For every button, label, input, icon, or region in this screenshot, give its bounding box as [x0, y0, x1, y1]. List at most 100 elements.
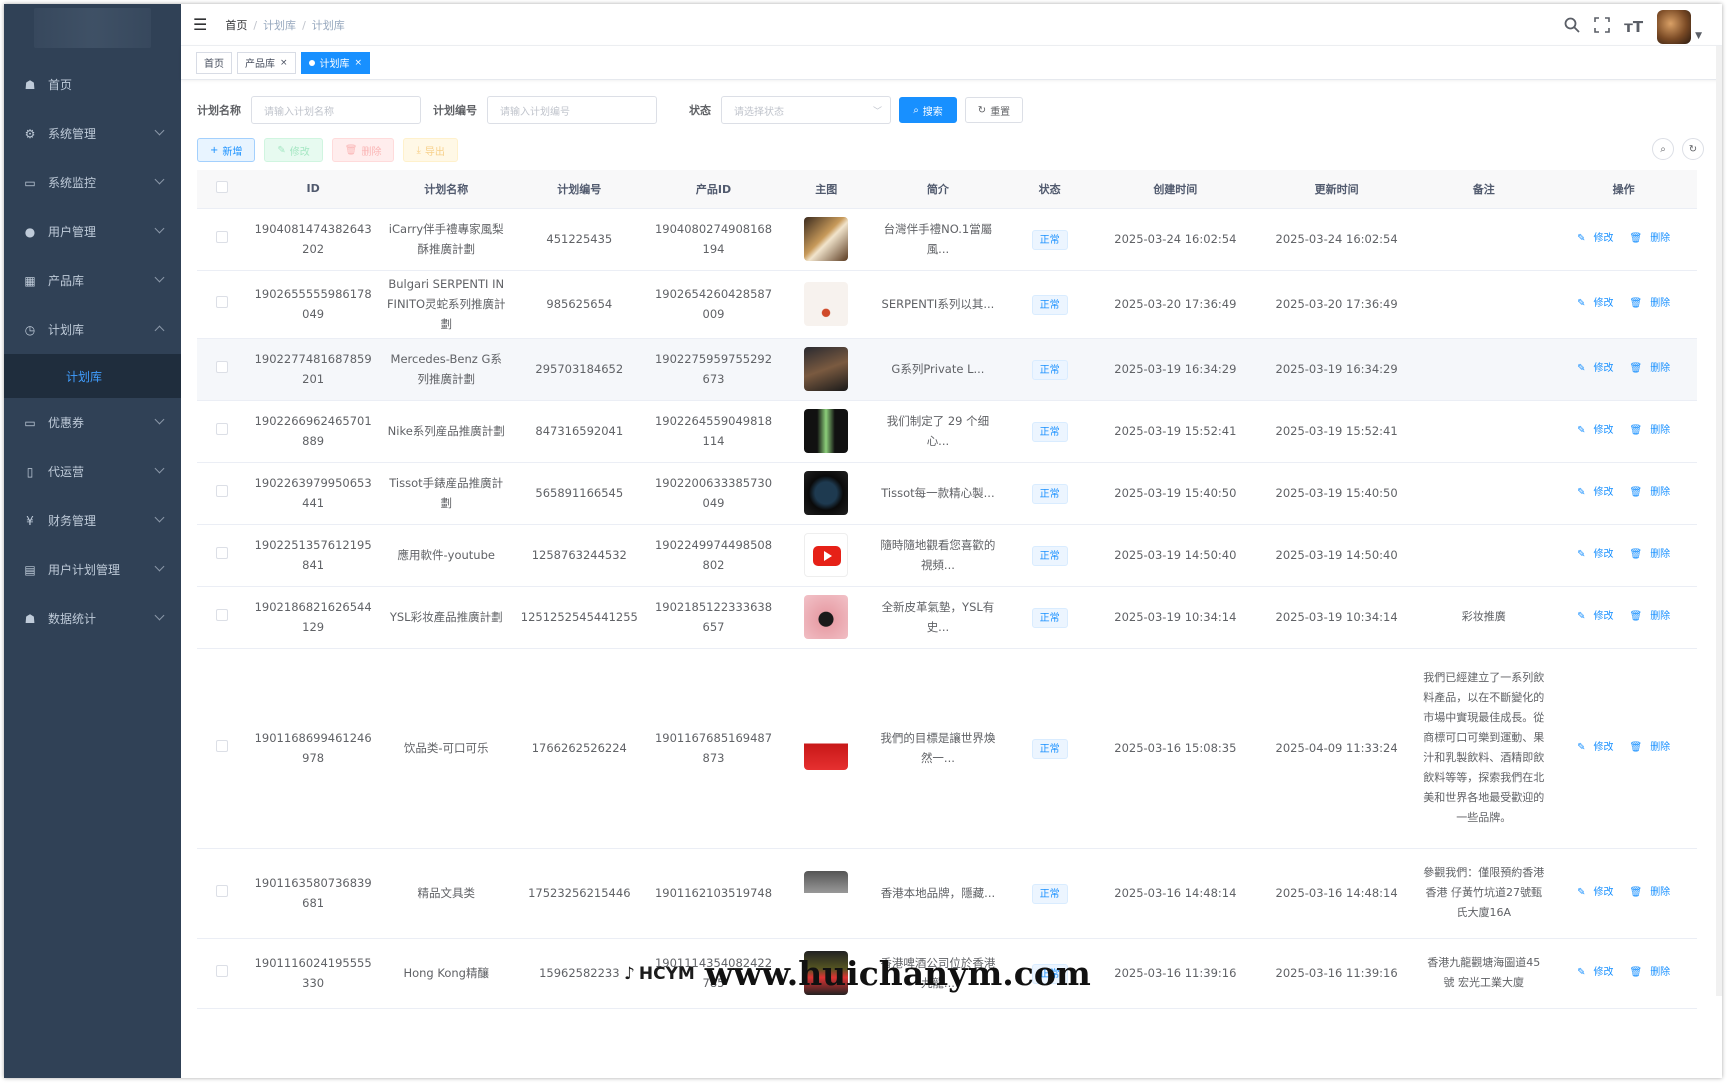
- font-size-icon[interactable]: тТ: [1624, 18, 1643, 36]
- row-edit-button[interactable]: ✎ 修改: [1573, 425, 1617, 436]
- table-row[interactable]: 1901163580736839681 精品文具类 17523256215446 19…: [197, 848, 1697, 939]
- cell-image: [781, 586, 872, 649]
- breadcrumb-item-current: 计划库: [311, 18, 345, 32]
- sidebar-item-stats[interactable]: ☗ 数据统计: [4, 594, 181, 643]
- cell-name: 饮品类-可口可乐: [379, 648, 513, 849]
- table-row[interactable]: 1902277481687859201 Mercedes-Benz G系列推廣計劃…: [197, 338, 1697, 401]
- fullscreen-icon[interactable]: [1594, 17, 1610, 37]
- row-edit-button[interactable]: ✎ 修改: [1573, 298, 1617, 309]
- table-row[interactable]: 1901168699461246978 饮品类-可口可乐 1766262526224…: [197, 648, 1697, 849]
- edit-icon: ✎: [1577, 487, 1586, 498]
- row-delete-button[interactable]: 🗑 删除: [1625, 363, 1674, 374]
- add-button[interactable]: + 新增: [197, 138, 256, 162]
- row-checkbox[interactable]: [215, 485, 228, 497]
- row-edit-button[interactable]: ✎ 修改: [1573, 967, 1617, 978]
- sidebar-subitem-active[interactable]: 计划库: [4, 354, 181, 398]
- status-label: 状态: [689, 104, 711, 117]
- caret-down-icon[interactable]: ▼: [1695, 31, 1702, 41]
- close-icon[interactable]: ×: [280, 58, 288, 68]
- sidebar-item-dashboard[interactable]: ☗ 首页: [4, 60, 181, 109]
- sidebar-item-settings[interactable]: ⚙ 系统管理: [4, 109, 181, 158]
- row-delete-button[interactable]: 🗑 删除: [1625, 967, 1674, 978]
- search-button[interactable]: ⌕ 搜索: [899, 97, 957, 123]
- row-checkbox[interactable]: [215, 423, 228, 435]
- row-edit-button[interactable]: ✎ 修改: [1573, 233, 1617, 244]
- tag-0[interactable]: 首页: [196, 51, 232, 74]
- avatar[interactable]: [1657, 10, 1692, 44]
- table-row[interactable]: 1902655555986178049 Bulgari SERPENTI INFI…: [197, 270, 1697, 339]
- breadcrumb-item-home[interactable]: 首页: [225, 19, 247, 32]
- cell-status: 正常: [1004, 848, 1095, 939]
- row-delete-button[interactable]: 🗑 删除: [1625, 887, 1674, 898]
- row-checkbox[interactable]: [215, 965, 228, 977]
- cell-created: 2025-03-20 17:36:49: [1094, 270, 1256, 339]
- row-delete-button[interactable]: 🗑 删除: [1625, 487, 1674, 498]
- edit-icon: ✎: [1577, 967, 1586, 978]
- cell-remark: [1417, 270, 1551, 339]
- sidebar-item-finance[interactable]: ¥ 财务管理: [4, 496, 181, 545]
- table-row[interactable]: 1902186821626544129 YSL彩妆產品推廣計劃 1251252545…: [197, 586, 1697, 649]
- cell-status: 正常: [1004, 208, 1095, 271]
- row-checkbox[interactable]: [215, 740, 228, 752]
- row-edit-button[interactable]: ✎ 修改: [1573, 549, 1617, 560]
- row-delete-button[interactable]: 🗑 删除: [1625, 549, 1674, 560]
- close-icon[interactable]: ×: [355, 58, 363, 68]
- row-checkbox[interactable]: [215, 231, 228, 243]
- sidebar-item-cart[interactable]: ▦ 产品库: [4, 256, 181, 305]
- row-delete-button[interactable]: 🗑 删除: [1625, 611, 1674, 622]
- row-delete-button[interactable]: 🗑 删除: [1625, 233, 1674, 244]
- status-select[interactable]: 请选择状态 ﹀: [721, 96, 891, 124]
- delete-button[interactable]: 🗑 删除: [331, 138, 395, 162]
- row-checkbox[interactable]: [215, 296, 228, 308]
- row-checkbox[interactable]: [215, 885, 228, 897]
- sidebar-item-user[interactable]: ● 用户管理: [4, 207, 181, 256]
- reset-button[interactable]: ↻ 重置: [965, 97, 1023, 123]
- cell-product-id: 1902249974498508802: [645, 524, 782, 587]
- plan-code-input[interactable]: 请输入计划编号: [487, 96, 657, 124]
- select-all-checkbox[interactable]: [215, 181, 228, 194]
- sidebar-item-clock[interactable]: ◷ 计划库: [4, 305, 181, 354]
- trash-icon: 🗑: [1629, 298, 1643, 309]
- row-checkbox[interactable]: [215, 609, 228, 621]
- row-edit-button[interactable]: ✎ 修改: [1573, 742, 1617, 753]
- row-delete-button[interactable]: 🗑 删除: [1625, 298, 1674, 309]
- navbar-tools: тТ ▼: [1564, 10, 1702, 44]
- search-icon[interactable]: [1564, 17, 1580, 37]
- export-button[interactable]: ⤓ 导出: [403, 138, 458, 162]
- table-row[interactable]: 1904081474382643202 iCarry伴手禮專家風梨酥推廣計劃 451…: [197, 208, 1697, 271]
- refresh-icon[interactable]: ↻: [1682, 138, 1704, 160]
- edit-icon: ✎: [1577, 887, 1586, 898]
- table-row[interactable]: 1902266962465701889 Nike系列産品推廣計劃 847316592…: [197, 400, 1697, 463]
- row-select-cell: [197, 586, 247, 649]
- row-checkbox[interactable]: [215, 547, 228, 559]
- cell-actions: ✎ 修改 🗑 删除: [1550, 524, 1697, 587]
- scrollbar[interactable]: [1716, 46, 1722, 996]
- hamburger-icon[interactable]: ☰: [193, 15, 207, 34]
- tag-2[interactable]: 计划库 ×: [300, 51, 371, 74]
- table-row[interactable]: 1902251357612195841 應用軟件-youtube 125876324…: [197, 524, 1697, 587]
- cell-updated: 2025-03-19 15:40:50: [1255, 462, 1418, 525]
- sidebar-item-plan[interactable]: ▤ 用户计划管理: [4, 545, 181, 594]
- edit-button[interactable]: ✎ 修改: [264, 138, 323, 162]
- table-row[interactable]: 1902263979950653441 Tissot手錶産品推廣計劃 5658911…: [197, 462, 1697, 525]
- sidebar-item-coupon[interactable]: ▭ 优惠券: [4, 398, 181, 447]
- search-toggle-icon[interactable]: ⌕: [1652, 138, 1674, 160]
- cell-updated: 2025-03-20 17:36:49: [1255, 270, 1418, 339]
- sidebar-item-monitor[interactable]: ▭ 系统监控: [4, 158, 181, 207]
- row-edit-button[interactable]: ✎ 修改: [1573, 611, 1617, 622]
- select-all-cell: [197, 170, 247, 209]
- row-delete-button[interactable]: 🗑 删除: [1625, 742, 1674, 753]
- row-edit-button[interactable]: ✎ 修改: [1573, 887, 1617, 898]
- row-checkbox[interactable]: [215, 361, 228, 373]
- edit-icon: ✎: [1577, 233, 1586, 244]
- plan-name-input[interactable]: 请输入计划名称: [251, 96, 421, 124]
- tag-1[interactable]: 产品库 ×: [237, 51, 296, 74]
- sidebar-item-operation[interactable]: ▯ 代运营: [4, 447, 181, 496]
- row-edit-button[interactable]: ✎ 修改: [1573, 363, 1617, 374]
- refresh-icon: ↻: [977, 104, 987, 116]
- row-edit-button[interactable]: ✎ 修改: [1573, 487, 1617, 498]
- chevron-icon: [154, 512, 165, 523]
- product-image-stationery: [804, 871, 849, 915]
- chevron-icon: [154, 223, 165, 234]
- row-delete-button[interactable]: 🗑 删除: [1625, 425, 1674, 436]
